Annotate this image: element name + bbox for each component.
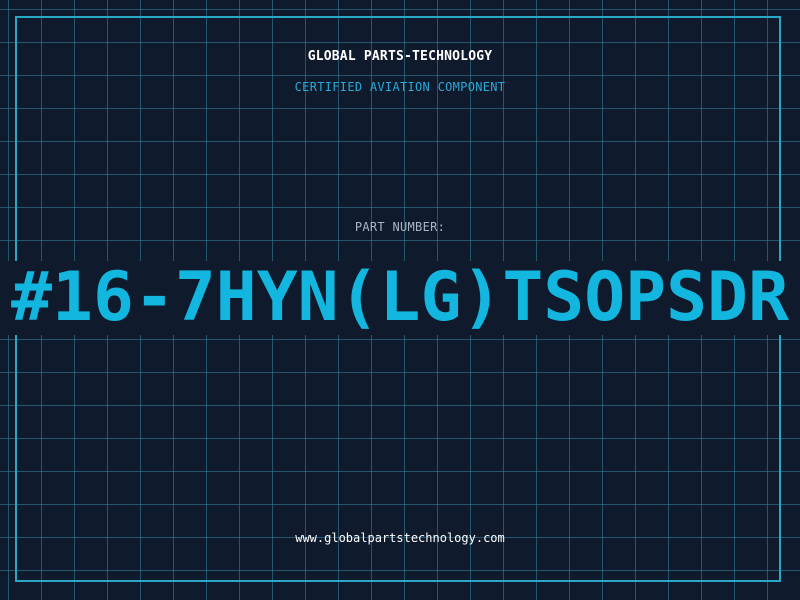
website-url: www.globalpartstechnology.com bbox=[295, 531, 505, 545]
part-label-card: GLOBAL PARTS-TECHNOLOGY CERTIFIED AVIATI… bbox=[0, 0, 800, 600]
certification-subtitle: CERTIFIED AVIATION COMPONENT bbox=[294, 80, 506, 94]
company-name: GLOBAL PARTS-TECHNOLOGY bbox=[307, 49, 493, 64]
part-number-value: #16-7HYN(LG)TSOPSDR bbox=[11, 258, 789, 337]
part-number-label: PART NUMBER: bbox=[354, 220, 446, 234]
